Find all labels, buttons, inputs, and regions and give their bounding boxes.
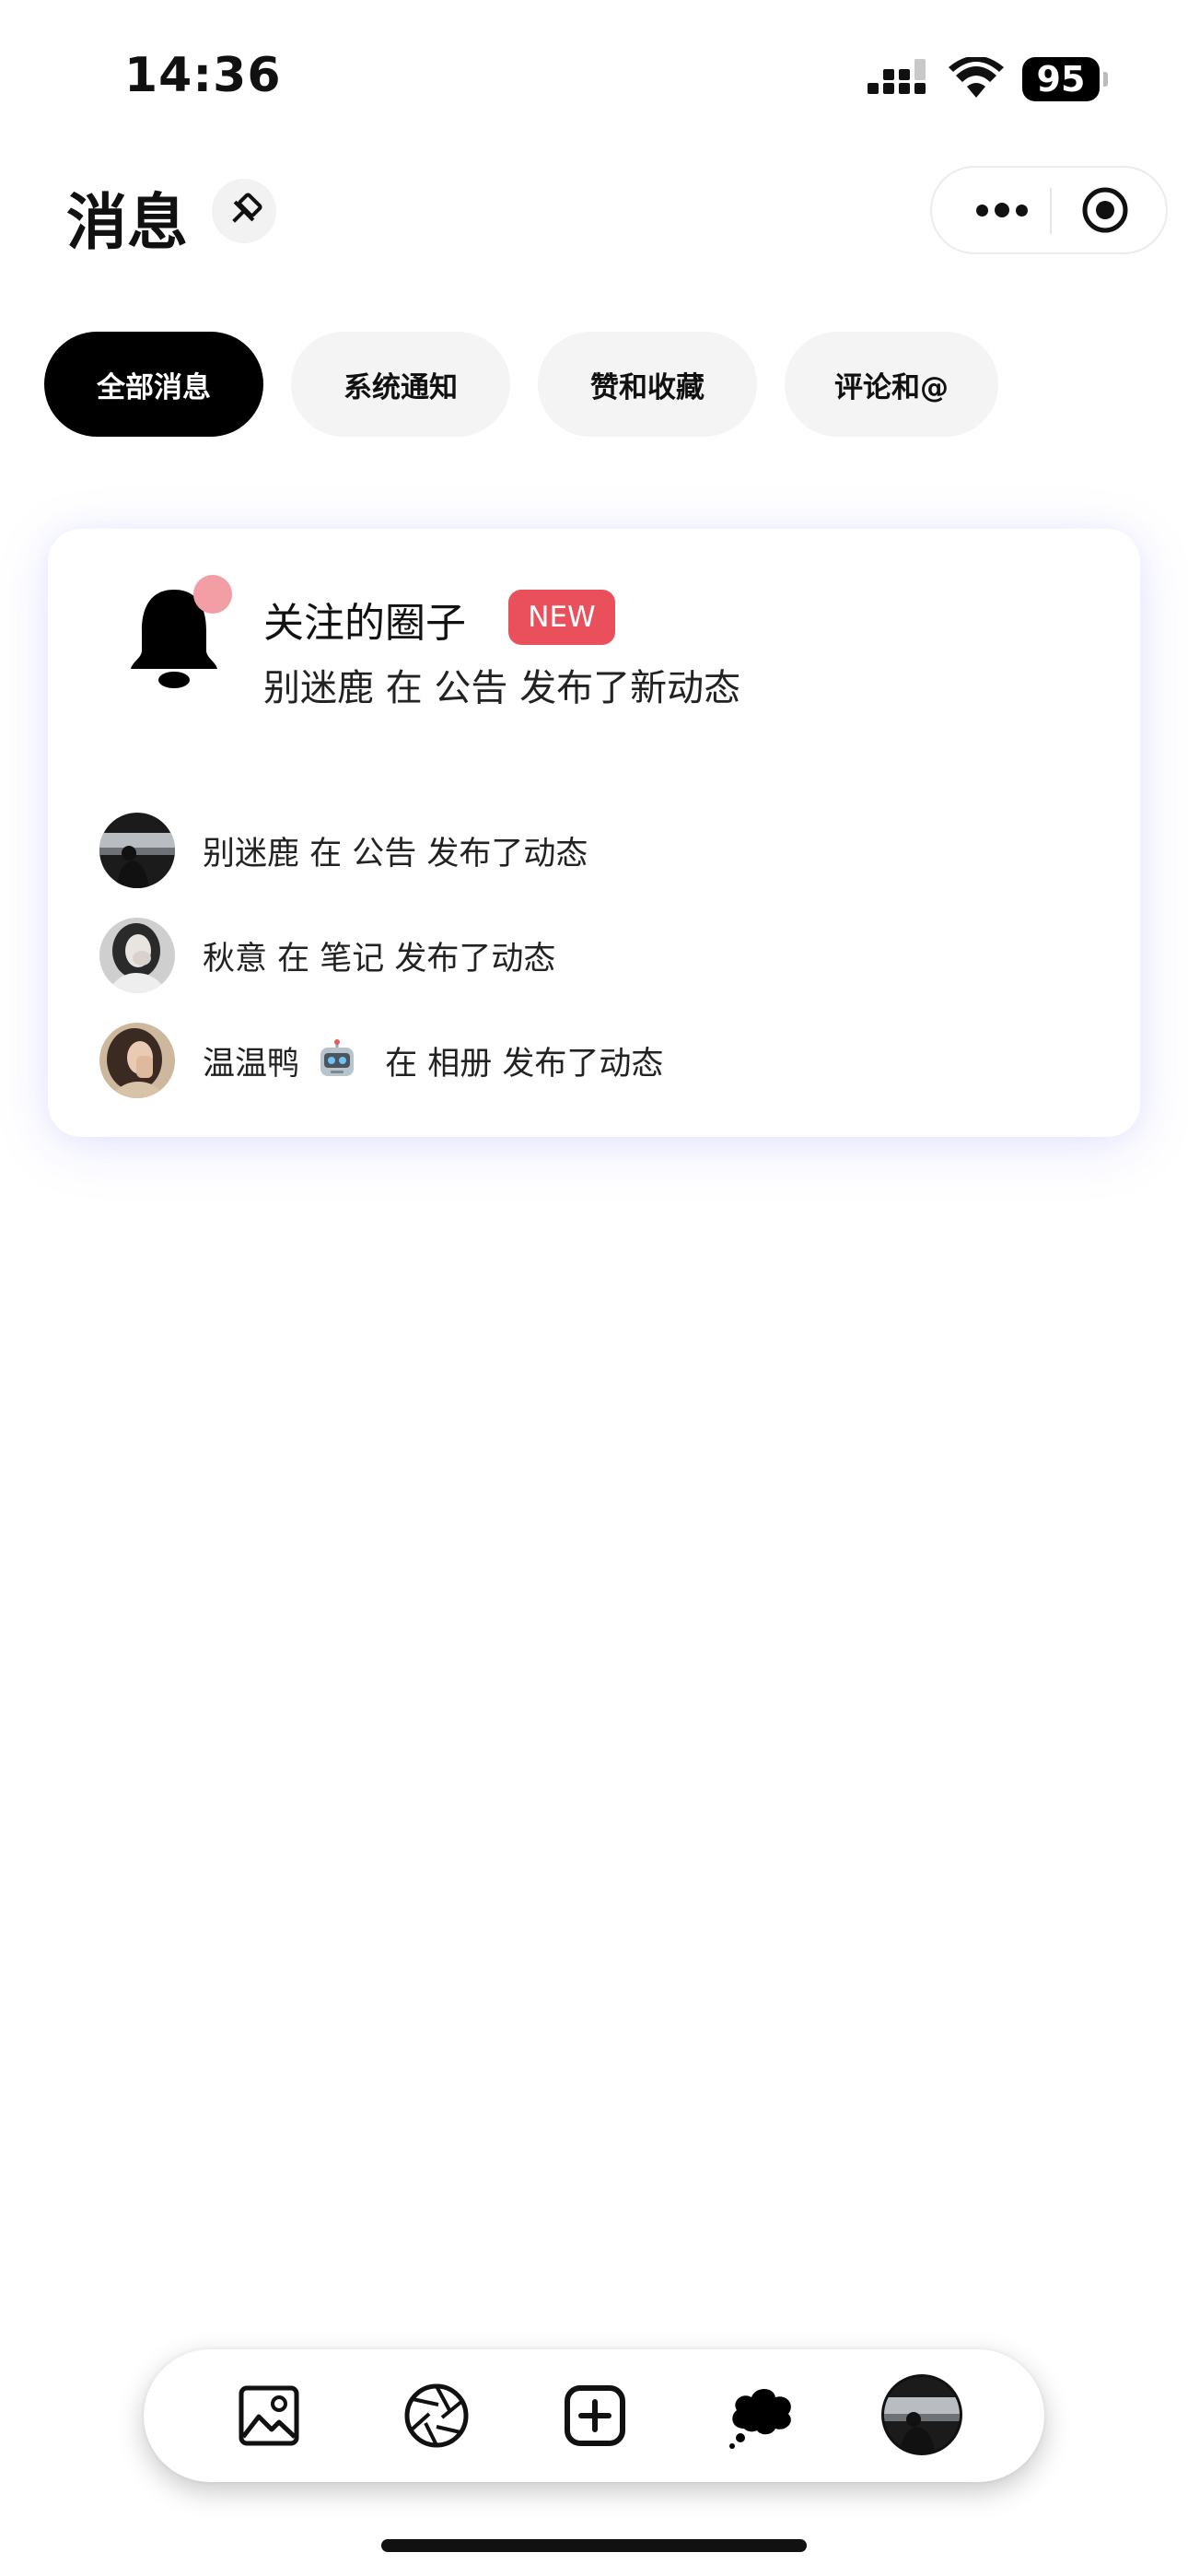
tab-camera[interactable] — [396, 2375, 477, 2456]
robot-emoji-icon — [320, 1039, 355, 1076]
more-dots-icon — [976, 204, 988, 217]
close-target-icon[interactable] — [1081, 186, 1129, 234]
pin-button[interactable] — [212, 179, 276, 243]
tab-comments-mentions[interactable]: 评论和@ — [785, 332, 998, 437]
tab-system-notifications[interactable]: 系统通知 — [291, 332, 510, 437]
message-tabs: 全部消息 系统通知 赞和收藏 评论和@ — [44, 332, 998, 437]
item-action: 在 笔记 发布了动态 — [267, 940, 556, 978]
new-badge: NEW — [508, 590, 615, 645]
battery-indicator: 95 — [1022, 57, 1109, 101]
tab-messages[interactable] — [720, 2375, 801, 2456]
item-action: 在 公告 发布了动态 — [299, 835, 588, 872]
profile-avatar — [881, 2374, 962, 2455]
pin-icon — [232, 193, 262, 223]
page-title: 消息 — [66, 187, 188, 258]
tab-all-messages[interactable]: 全部消息 — [44, 332, 263, 437]
followed-circles-card[interactable]: 关注的圈子 NEW 别迷鹿 在 公告 发布了新动态 别迷鹿 在 公告 发布了动态 — [48, 529, 1140, 1137]
tab-create[interactable] — [554, 2375, 635, 2456]
unread-dot — [193, 575, 232, 614]
item-action: 在 相册 发布了动态 — [375, 1045, 664, 1083]
tab-profile[interactable] — [880, 2373, 963, 2456]
avatar — [99, 1023, 175, 1098]
item-user-name: 秋意 — [203, 940, 268, 978]
image-icon — [239, 2385, 299, 2446]
item-user-name: 别迷鹿 — [203, 835, 300, 872]
avatar — [99, 813, 175, 888]
activity-list: 别迷鹿 在 公告 发布了动态 秋意 在 笔记 发布了动态 温温鸭 在 相册 发布… — [99, 798, 663, 1113]
mini-program-capsule — [930, 166, 1168, 254]
home-indicator — [381, 2539, 807, 2552]
list-item[interactable]: 秋意 在 笔记 发布了动态 — [99, 903, 663, 1008]
avatar — [99, 918, 175, 993]
tab-gallery[interactable] — [228, 2375, 309, 2456]
thought-bubble-icon — [729, 2389, 791, 2449]
aperture-icon — [404, 2383, 469, 2448]
bottom-tab-bar — [144, 2349, 1044, 2482]
item-user-name: 温温鸭 — [203, 1045, 300, 1083]
card-subtitle: 别迷鹿 在 公告 发布了新动态 — [263, 667, 741, 709]
tab-likes-favorites[interactable]: 赞和收藏 — [538, 332, 757, 437]
wifi-icon — [949, 57, 1004, 98]
battery-level: 95 — [1022, 57, 1100, 101]
more-button[interactable] — [960, 168, 1044, 252]
signal-icon — [868, 59, 926, 94]
status-time: 14:36 — [124, 48, 282, 103]
list-item[interactable]: 别迷鹿 在 公告 发布了动态 — [99, 798, 663, 903]
list-item[interactable]: 温温鸭 在 相册 发布了动态 — [99, 1008, 663, 1113]
add-square-icon — [565, 2385, 625, 2446]
card-title: 关注的圈子 — [263, 600, 466, 647]
